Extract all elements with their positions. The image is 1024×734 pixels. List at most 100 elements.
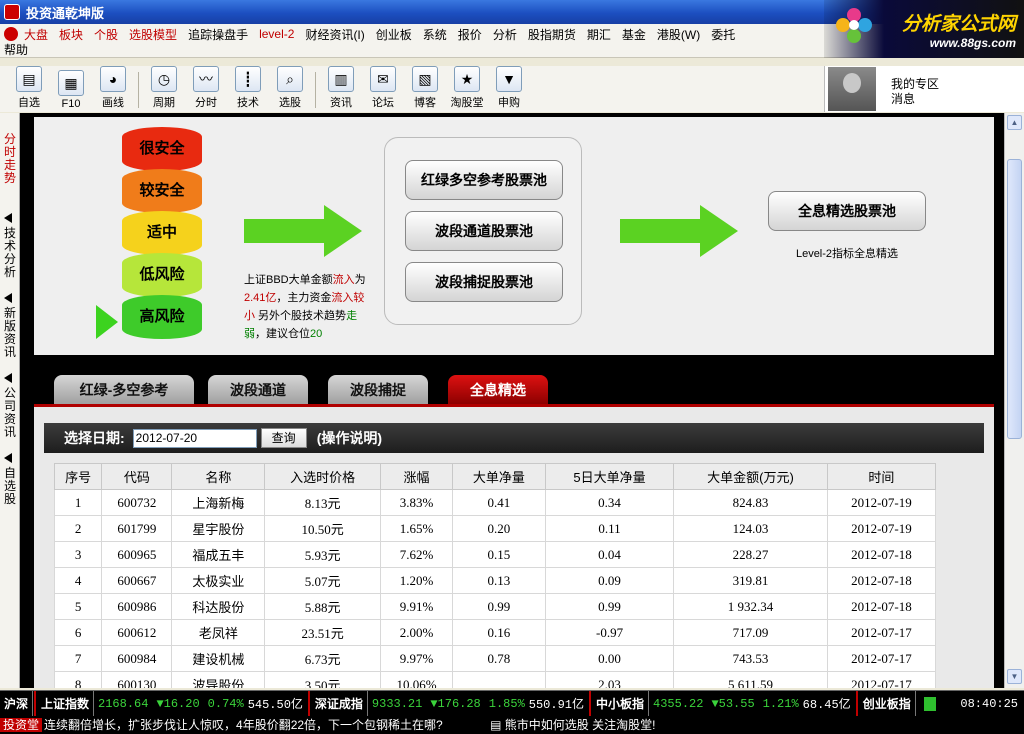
index-name[interactable]: 上证指数 (37, 690, 95, 717)
table-cell: 科达股份 (171, 593, 266, 620)
note-text: 2.41亿 (244, 292, 277, 304)
left-tab[interactable]: 技术分析 (2, 213, 18, 279)
vertical-scrollbar[interactable]: ▲ ▼ (1004, 113, 1024, 688)
tab-band-channel[interactable]: 波段通道 (208, 375, 308, 405)
tab-holographic[interactable]: 全息精选 (448, 375, 548, 405)
index-name[interactable]: 创业板指 (859, 690, 916, 717)
tab-redgreen[interactable]: 红绿-多空参考 (54, 375, 194, 405)
menu-item[interactable]: 基金 (622, 26, 646, 43)
column-header[interactable]: 涨幅 (379, 463, 453, 490)
column-header[interactable]: 大单净量 (451, 463, 546, 490)
help-link[interactable]: (操作说明) (317, 428, 382, 448)
note-text: 流入 (332, 274, 355, 286)
toolbar-button[interactable]: ✉ 论坛 (362, 66, 404, 110)
toolbar-label: 自选 (18, 97, 40, 109)
table-row[interactable]: 1 600732 上海新梅 8.13元 3.83% 0.41 0.34 824.83 2012-… (54, 489, 936, 516)
app-menu-icon[interactable] (4, 27, 18, 41)
table-cell: 601799 (101, 515, 173, 542)
menu-item[interactable]: 报价 (458, 26, 482, 43)
toolbar-button[interactable]: ┋ 技术 (227, 66, 269, 110)
menu-item[interactable]: level-2 (259, 27, 294, 41)
menu-item[interactable]: 追踪操盘手 (188, 26, 248, 43)
menu-item[interactable]: 港股(W) (657, 26, 700, 43)
table-cell: 1.65% (379, 515, 453, 542)
left-tab[interactable]: 新版资讯 (2, 293, 18, 359)
left-tab[interactable]: 自选股 (2, 453, 18, 506)
column-header[interactable]: 5日大单净量 (544, 463, 675, 490)
collapse-arrow-icon (4, 213, 12, 223)
table-cell: 1 932.34 (673, 593, 828, 620)
column-header[interactable]: 名称 (171, 463, 266, 490)
menu-item[interactable]: 板块 (59, 26, 83, 43)
column-header[interactable]: 入选时价格 (264, 463, 381, 490)
ticker-separator (589, 690, 591, 717)
menu-item[interactable]: 分析 (493, 26, 517, 43)
column-header[interactable]: 序号 (54, 463, 103, 490)
table-row[interactable]: 3 600965 福成五丰 5.93元 7.62% 0.15 0.04 228.27 2012-… (54, 541, 936, 568)
table-cell: 5 (54, 593, 103, 620)
query-button[interactable]: 查询 (260, 428, 307, 448)
index-name[interactable]: 深证成指 (311, 690, 368, 717)
pool-button-holographic[interactable]: 全息精选股票池 (768, 191, 926, 231)
toolbar-button[interactable]: ▧ 博客 (404, 66, 446, 110)
toolbar-button[interactable]: ▤ 自选 (8, 66, 50, 110)
my-zone-panel[interactable]: 我的专区 消息 (824, 66, 1024, 112)
toolbar-button[interactable]: ◷ 周期 (143, 66, 185, 110)
table-cell: 124.03 (673, 515, 828, 542)
left-tab[interactable]: 公司资讯 (2, 373, 18, 439)
pool-button-redgreen[interactable]: 红绿多空参考股票池 (405, 160, 563, 200)
table-row[interactable]: 2 601799 星宇股份 10.50元 1.65% 0.20 0.11 124.03 2012… (54, 515, 936, 542)
column-header[interactable]: 代码 (101, 463, 173, 490)
messages-link[interactable]: 消息 (891, 90, 915, 107)
column-header[interactable]: 大单金额(万元) (673, 463, 828, 490)
toolbar-button[interactable]: ▥ 资讯 (320, 66, 362, 110)
menu-item[interactable]: 财经资讯(I) (305, 26, 364, 43)
table-cell: 8 (54, 671, 103, 688)
toolbar-button[interactable]: ▦ F10 (50, 70, 92, 110)
toolbar-button[interactable]: 〰分时 (185, 66, 227, 110)
toolbar-button[interactable]: ★ 淘股堂 (446, 66, 488, 110)
status-indicator-icon (923, 696, 936, 711)
toolbar-button[interactable]: ⌕ 选股 (269, 66, 311, 110)
table-row[interactable]: 7 600984 建设机械 6.73元 9.97% 0.78 0.00 743.53 2012-… (54, 645, 936, 672)
left-tab[interactable]: 分时走势 (2, 133, 18, 185)
risk-level: 很安全 (122, 127, 202, 171)
menu-item[interactable]: 股指期货 (528, 26, 576, 43)
note-text: 上证BBD大单金额 (244, 274, 333, 286)
news-text-2[interactable]: 熊市中如何选股 关注淘股堂! (505, 718, 656, 732)
table-row[interactable]: 8 600130 波导股份 3.50元 10.06% 2.03 5 611.59 2012-0… (54, 671, 936, 688)
menu-item[interactable]: 期汇 (587, 26, 611, 43)
menu-item[interactable]: 大盘 (24, 26, 48, 43)
index-name[interactable]: 中小板指 (592, 690, 650, 717)
table-row[interactable]: 5 600986 科达股份 5.88元 9.91% 0.99 0.99 1 932.34 201… (54, 593, 936, 620)
table-cell: 0.20 (451, 515, 546, 542)
column-header[interactable]: 时间 (826, 463, 936, 490)
news-text[interactable]: 连续翻倍增长，扩张步伐让人惊叹，4年股价翻22倍，下一个包钢稀土在哪? (44, 718, 443, 732)
menu-item[interactable]: 系统 (423, 26, 447, 43)
menu-item[interactable]: 个股 (94, 26, 118, 43)
market-label[interactable]: 沪深 (0, 690, 34, 717)
toolbar-label: 申购 (498, 97, 520, 109)
date-input[interactable] (132, 428, 257, 448)
menu-item[interactable]: 创业板 (376, 26, 412, 43)
toolbar-button[interactable]: ◕ 画线 (92, 66, 134, 110)
menu-item[interactable]: 选股模型 (129, 26, 177, 43)
intraday-icon: 〰 (193, 66, 219, 92)
table-cell: 228.27 (673, 541, 828, 568)
toolbar-button[interactable]: ▼ 申购 (488, 66, 530, 110)
scroll-up-icon[interactable]: ▲ (1007, 115, 1022, 130)
tab-band-capture[interactable]: 波段捕捉 (328, 375, 428, 405)
app-icon (4, 4, 20, 20)
table-row[interactable]: 4 600667 太极实业 5.07元 1.20% 0.13 0.09 319.81 2012-… (54, 567, 936, 594)
scroll-down-icon[interactable]: ▼ (1007, 669, 1022, 684)
table-row[interactable]: 6 600612 老凤祥 23.51元 2.00% 0.16 -0.97 717.09 2012… (54, 619, 936, 646)
menu-item[interactable]: 委托 (711, 26, 735, 43)
toolbar-label: 技术 (237, 97, 259, 109)
table-cell: 10.50元 (264, 515, 381, 542)
scroll-thumb[interactable] (1007, 159, 1022, 439)
pool-button-band-capture[interactable]: 波段捕捉股票池 (405, 262, 563, 302)
avatar[interactable] (828, 67, 876, 111)
date-label: 选择日期: (64, 430, 125, 446)
pool-button-band-channel[interactable]: 波段通道股票池 (405, 211, 563, 251)
news-tag[interactable]: 投资堂 (0, 718, 43, 732)
